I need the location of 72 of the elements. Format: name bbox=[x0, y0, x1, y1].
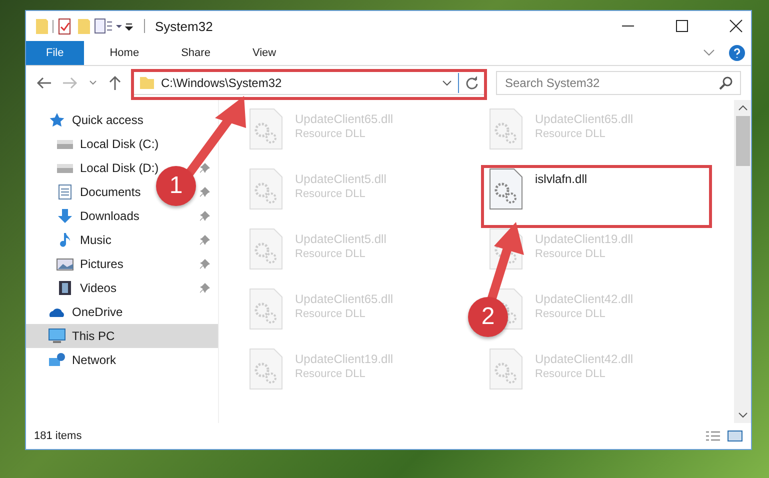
pin-icon[interactable] bbox=[200, 163, 210, 173]
nav-item[interactable]: OneDrive bbox=[72, 305, 123, 319]
dropdown-icon[interactable] bbox=[442, 79, 452, 87]
nav-item[interactable]: This PC bbox=[72, 329, 115, 343]
ribbon-tab[interactable]: View bbox=[236, 41, 292, 65]
pin-icon[interactable] bbox=[200, 283, 210, 293]
pc-icon bbox=[48, 328, 66, 344]
search-field[interactable]: Search System32 bbox=[496, 71, 741, 95]
file-name: UpdateClient5.dll bbox=[295, 232, 386, 246]
file-type: Resource DLL bbox=[535, 248, 606, 260]
file-type: Resource DLL bbox=[295, 128, 366, 140]
ribbon-tab[interactable]: Home bbox=[94, 41, 156, 65]
nav-item[interactable]: Documents bbox=[80, 185, 141, 199]
download-icon bbox=[56, 208, 74, 224]
file-name: UpdateClient65.dll bbox=[535, 112, 634, 126]
quick-access-toolbar-icon[interactable] bbox=[34, 16, 134, 36]
tiles-view-icon[interactable] bbox=[727, 430, 743, 442]
window-title: System32 bbox=[155, 18, 213, 34]
dll-file-icon[interactable] bbox=[489, 168, 523, 210]
close-icon[interactable] bbox=[729, 19, 743, 33]
file-name: islvlafn.dll bbox=[535, 172, 588, 186]
scroll-up-icon[interactable] bbox=[738, 104, 748, 112]
forward-icon[interactable] bbox=[62, 76, 78, 90]
scrollbar[interactable] bbox=[734, 100, 751, 423]
pin-icon[interactable] bbox=[200, 235, 210, 245]
maximize-icon[interactable] bbox=[675, 19, 689, 33]
nav-item[interactable]: Local Disk (C:) bbox=[80, 137, 159, 151]
search-icon[interactable] bbox=[719, 76, 733, 90]
address-bar[interactable]: C:\Windows\System32 bbox=[132, 71, 486, 95]
file-name: UpdateClient19.dll bbox=[295, 352, 394, 366]
nav-item[interactable]: Pictures bbox=[80, 257, 124, 271]
ribbon-tab[interactable]: File bbox=[26, 41, 84, 65]
pin-icon[interactable] bbox=[200, 259, 210, 269]
up-icon[interactable] bbox=[108, 75, 122, 91]
scroll-down-icon[interactable] bbox=[738, 411, 748, 419]
folder-icon bbox=[139, 76, 155, 90]
file-type: Resource DLL bbox=[295, 308, 366, 320]
ribbon-tab[interactable]: Share bbox=[165, 41, 226, 65]
pin-icon[interactable] bbox=[200, 187, 210, 197]
file-name: UpdateClient5.dll bbox=[295, 172, 386, 186]
nav-item[interactable]: Videos bbox=[80, 281, 116, 295]
picture-icon bbox=[56, 256, 74, 272]
help-icon[interactable] bbox=[729, 45, 745, 61]
nav-item[interactable]: Downloads bbox=[80, 209, 140, 223]
file-type: Resource DLL bbox=[295, 188, 366, 200]
file-name: UpdateClient42.dll bbox=[535, 292, 634, 306]
star-icon bbox=[48, 112, 66, 128]
file-name: UpdateClient42.dll bbox=[535, 352, 634, 366]
file-name: UpdateClient19.dll bbox=[535, 232, 634, 246]
network-icon bbox=[48, 352, 66, 368]
file-type: Resource DLL bbox=[535, 308, 606, 320]
file-name: UpdateClient65.dll bbox=[295, 112, 394, 126]
refresh-icon[interactable] bbox=[465, 76, 479, 90]
address-path: C:\Windows\System32 bbox=[161, 76, 282, 90]
file-name: UpdateClient65.dll bbox=[295, 292, 394, 306]
file-type: Resource DLL bbox=[535, 368, 606, 380]
file-type: Resource DLL bbox=[295, 368, 366, 380]
scrollbar-thumb[interactable] bbox=[736, 116, 750, 166]
video-icon bbox=[56, 280, 74, 296]
nav-item[interactable]: Music bbox=[80, 233, 112, 247]
expand-ribbon-icon[interactable] bbox=[703, 49, 715, 57]
back-icon[interactable] bbox=[36, 76, 52, 90]
recent-locations-icon[interactable] bbox=[88, 79, 98, 87]
details-view-icon[interactable] bbox=[705, 430, 721, 442]
document-icon bbox=[56, 184, 74, 200]
nav-item[interactable]: Local Disk (D:) bbox=[80, 161, 159, 175]
pin-icon[interactable] bbox=[200, 211, 210, 221]
nav-item[interactable]: Quick access bbox=[72, 113, 144, 127]
file-type: Resource DLL bbox=[535, 128, 606, 140]
file-type: Resource DLL bbox=[295, 248, 366, 260]
nav-item[interactable]: Network bbox=[72, 353, 116, 367]
item-count: 181 items bbox=[34, 430, 82, 442]
